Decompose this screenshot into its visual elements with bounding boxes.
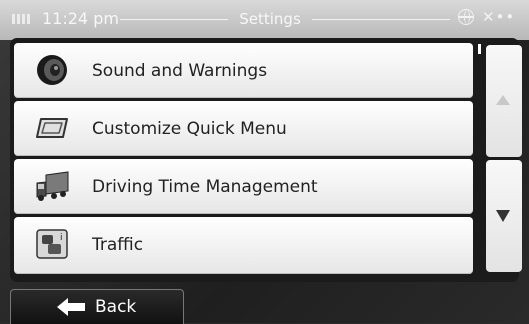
traffic-icon: i [36,229,68,259]
triangle-down-icon [496,210,510,222]
page-title: Settings [239,10,301,28]
status-bar: 11:24 pm Settings ✕•• [0,0,529,40]
gps-status-icon[interactable]: ✕•• [482,8,515,26]
settings-list: Sound and Warnings Customize Quick Menu … [14,43,473,275]
back-button-label: Back [95,297,137,317]
clock: 11:24 pm [42,9,119,28]
settings-screen: 11:24 pm Settings ✕•• Sound and Warnings… [0,0,529,324]
truck-icon [36,171,69,201]
arrow-left-icon [57,298,85,316]
menu-item-label: Driving Time Management [92,177,318,197]
svg-text:i: i [60,233,63,243]
back-button[interactable]: Back [10,289,184,324]
menu-item-sound-and-warnings[interactable]: Sound and Warnings [14,43,473,98]
scroll-up-button[interactable] [486,45,522,157]
triangle-up-icon [496,95,510,105]
menu-item-label: Customize Quick Menu [92,119,287,139]
menu-item-customize-quick-menu[interactable]: Customize Quick Menu [14,101,473,156]
menu-item-label: Sound and Warnings [92,61,268,81]
status-divider-left [120,19,228,20]
menu-item-traffic[interactable]: i Traffic [14,217,473,274]
scroll-position-indicator [478,44,481,54]
menu-item-driving-time-management[interactable]: Driving Time Management [14,159,473,214]
speaker-icon [37,55,67,85]
menu-item-label: Traffic [92,235,144,255]
quick-menu-icon [36,118,68,138]
globe-icon[interactable] [458,9,474,25]
scroll-down-button[interactable] [486,160,522,272]
status-divider-right [312,19,450,20]
signal-icon [12,14,34,24]
